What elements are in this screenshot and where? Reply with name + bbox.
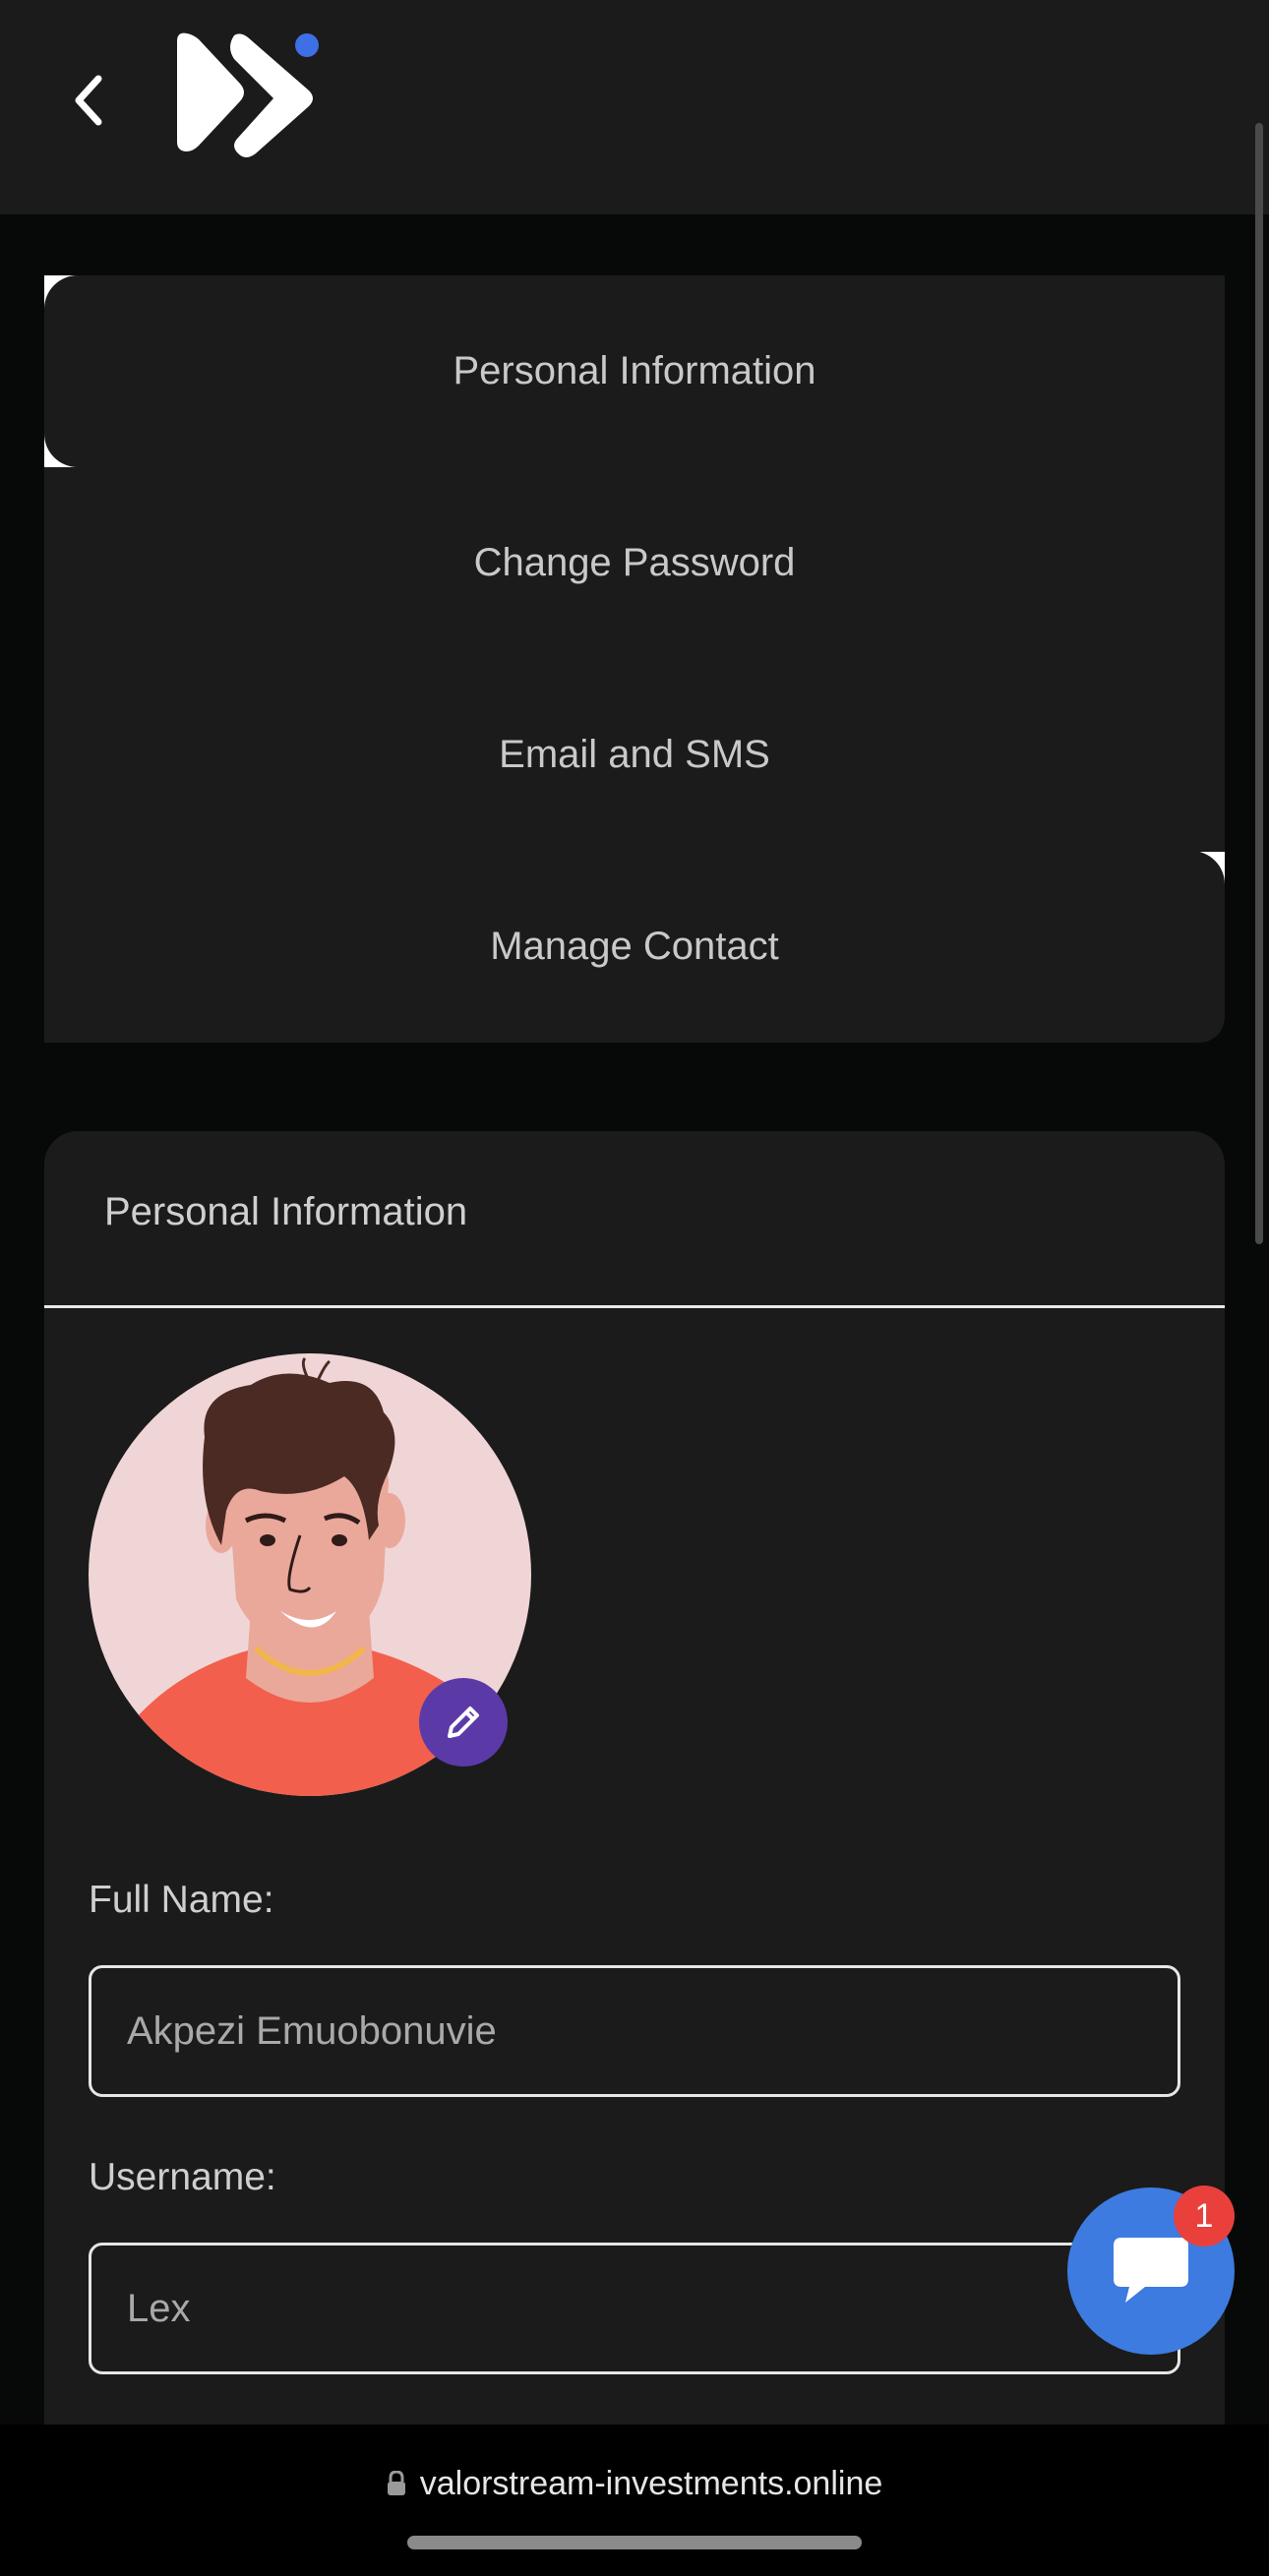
notification-badge: 1 <box>1174 2186 1235 2247</box>
url-text: valorstream-investments.online <box>419 2464 883 2502</box>
nav-item-change-password[interactable]: Change Password <box>44 467 1225 659</box>
home-indicator[interactable] <box>407 2536 862 2549</box>
chat-bubble-icon <box>1114 2238 1188 2303</box>
back-button[interactable] <box>57 69 120 132</box>
chevron-left-icon <box>75 75 102 126</box>
url-row[interactable]: valorstream-investments.online <box>0 2459 1269 2508</box>
nav-item-manage-contact[interactable]: Manage Contact <box>44 851 1225 1043</box>
username-field[interactable] <box>89 2243 1180 2374</box>
full-name-field[interactable] <box>89 1965 1180 2097</box>
double-chevron-logo-icon[interactable] <box>173 30 323 167</box>
lock-icon <box>387 2471 405 2495</box>
nav-item-email-and-sms[interactable]: Email and SMS <box>44 659 1225 851</box>
full-name-label: Full Name: <box>89 1879 274 1921</box>
personal-info-card <box>44 1131 1225 2429</box>
nav-item-personal-information[interactable]: Personal Information <box>44 275 1225 467</box>
edit-avatar-button[interactable] <box>419 1678 508 1767</box>
divider <box>44 1305 1225 1308</box>
section-title: Personal Information <box>104 1190 468 1233</box>
pencil-icon <box>448 1707 479 1738</box>
username-label: Username: <box>89 2156 276 2198</box>
app-header <box>0 0 1269 214</box>
page-scrollbar[interactable] <box>1255 123 1263 1244</box>
